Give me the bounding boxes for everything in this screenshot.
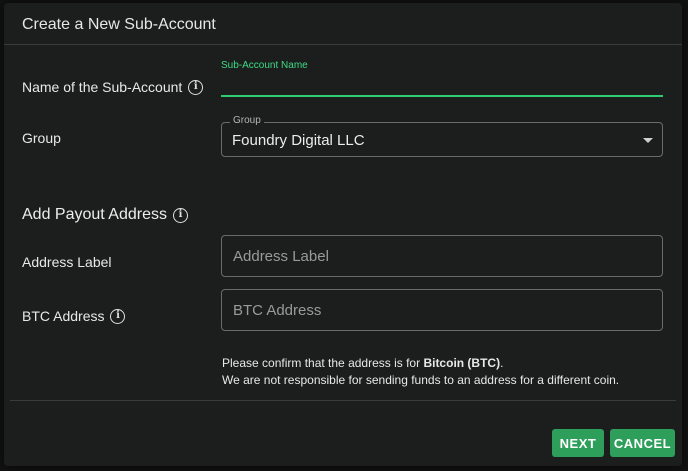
sub-account-name-label-text: Name of the Sub-Account <box>22 79 183 95</box>
btc-address-label-text: BTC Address <box>22 308 105 324</box>
info-icon[interactable]: i <box>188 79 204 95</box>
group-select[interactable]: Group Foundry Digital LLC <box>221 115 663 157</box>
group-field-label: Group <box>230 115 264 126</box>
caret-down-icon <box>643 138 653 143</box>
info-icon[interactable]: i <box>110 308 126 324</box>
next-button[interactable]: NEXT <box>552 429 604 457</box>
btc-address-label: BTC Address i <box>22 308 126 324</box>
group-selected-value: Foundry Digital LLC <box>232 132 365 149</box>
header-divider <box>4 44 682 45</box>
address-confirmation-notice: Please confirm that the address is for B… <box>222 355 619 389</box>
footer-divider <box>10 400 676 401</box>
sub-account-name-input[interactable] <box>221 75 663 97</box>
address-label-input[interactable]: Address Label <box>221 235 663 277</box>
group-label: Group <box>22 130 61 146</box>
dialog-title: Create a New Sub-Account <box>22 16 216 33</box>
create-sub-account-dialog: Create a New Sub-Account Name of the Sub… <box>4 3 682 466</box>
info-icon[interactable]: i <box>172 207 188 223</box>
sub-account-name-label: Name of the Sub-Account i <box>22 79 204 95</box>
address-label-placeholder: Address Label <box>233 248 329 265</box>
payout-section-title: Add Payout Address i <box>22 206 188 224</box>
notice-coin-name: Bitcoin (BTC) <box>423 356 501 370</box>
address-label-label-text: Address Label <box>22 254 112 270</box>
notice-line-1-suffix: . <box>500 356 504 370</box>
cancel-button[interactable]: CANCEL <box>610 429 675 457</box>
notice-line-2: We are not responsible for sending funds… <box>222 373 620 387</box>
payout-section-title-text: Add Payout Address <box>22 206 167 223</box>
notice-line-1: Please confirm that the address is for B… <box>222 355 619 372</box>
btc-address-placeholder: BTC Address <box>233 302 322 319</box>
group-label-text: Group <box>22 130 61 146</box>
btc-address-input[interactable]: BTC Address <box>221 289 663 331</box>
notice-line-1-prefix: Please confirm that the address is for <box>222 356 424 370</box>
address-label-label: Address Label <box>22 254 112 270</box>
sub-account-name-field-label: Sub-Account Name <box>221 60 308 71</box>
